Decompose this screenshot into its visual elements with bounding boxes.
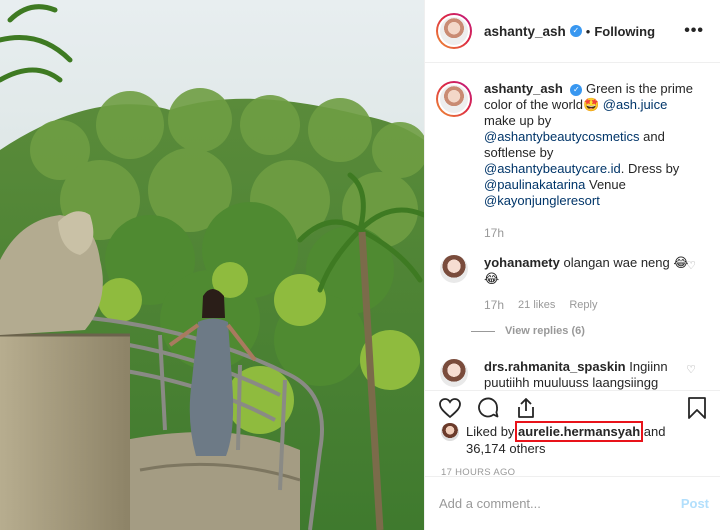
liked-by-text: Liked by aurelie.hermansyah and 36,174 o… — [466, 421, 696, 457]
comment-heart-icon[interactable]: ♡ — [686, 259, 696, 272]
verified-badge-icon: ✓ — [569, 25, 582, 37]
separator-dot: • — [585, 23, 591, 39]
comment-item: yohanamety olangan wae neng 😂😂 17h 21 li… — [436, 255, 704, 313]
caption-text: . Dress by — [620, 161, 680, 176]
add-comment-bar: Post — [425, 476, 720, 530]
comment-username[interactable]: yohanamety — [484, 255, 560, 270]
mention-link[interactable]: @ash.juice — [603, 97, 668, 112]
following-button[interactable]: Following — [594, 24, 655, 39]
comment-heart-icon[interactable]: ♡ — [686, 363, 696, 376]
comments-section[interactable]: ashanty_ash ✓ Green is the prime color o… — [425, 63, 720, 392]
avatar[interactable] — [438, 15, 470, 47]
caption-avatar[interactable] — [438, 83, 470, 115]
more-options-icon[interactable]: ••• — [684, 22, 704, 40]
comment-input[interactable] — [439, 496, 681, 511]
caption-time[interactable]: 17h — [484, 225, 694, 241]
caption-verified-badge-icon: ✓ — [570, 84, 583, 96]
comment-time[interactable]: 17h — [484, 297, 504, 313]
liked-by-prefix: Liked by — [466, 424, 519, 439]
comment-icon[interactable] — [476, 396, 500, 420]
post-actions: Liked by aurelie.hermansyah and 36,174 o… — [425, 390, 720, 530]
action-icons — [425, 393, 720, 423]
post-comment-button[interactable]: Post — [681, 496, 709, 511]
header-username[interactable]: ashanty_ash — [484, 24, 566, 39]
caption-text: make up by — [484, 113, 552, 128]
comment-meta: 17h 21 likes Reply — [484, 297, 689, 313]
comment-avatar[interactable] — [440, 359, 468, 387]
mention-link[interactable]: @kayonjungleresort — [484, 193, 600, 208]
comment-likes[interactable]: 21 likes — [518, 297, 555, 313]
comment-username[interactable]: drs.rahmanita_spaskin — [484, 359, 626, 374]
caption-text: Venue — [585, 177, 626, 192]
caption: ashanty_ash ✓ Green is the prime color o… — [436, 81, 704, 241]
comment-item: drs.rahmanita_spaskin Ingiinn puutiihh m… — [436, 359, 704, 392]
caption-username[interactable]: ashanty_ash — [484, 81, 563, 96]
liker-username[interactable]: aurelie.hermansyah — [515, 421, 644, 442]
mention-link[interactable]: @paulinakatarina — [484, 177, 585, 192]
comment-body: yohanamety olangan wae neng 😂😂 17h 21 li… — [484, 255, 689, 313]
share-icon[interactable] — [514, 396, 538, 420]
mention-link[interactable]: @ashantybeautycosmetics — [484, 129, 640, 144]
story-ring[interactable] — [436, 13, 472, 49]
caption-body: ashanty_ash ✓ Green is the prime color o… — [484, 81, 694, 241]
liker-avatar[interactable] — [441, 423, 459, 441]
heart-icon[interactable] — [438, 396, 462, 420]
post-side-panel: ashanty_ash ✓ • Following ••• ashanty_as… — [424, 0, 720, 530]
post-header: ashanty_ash ✓ • Following ••• — [425, 0, 720, 63]
reply-button[interactable]: Reply — [569, 297, 597, 313]
caption-story-ring[interactable] — [436, 81, 472, 117]
jungle-photo-illustration — [0, 0, 424, 530]
post-photo[interactable] — [0, 0, 424, 530]
comment-avatar[interactable] — [440, 255, 468, 283]
bookmark-icon[interactable] — [686, 396, 708, 420]
comment-body: drs.rahmanita_spaskin Ingiinn puutiihh m… — [484, 359, 689, 392]
instagram-post: ashanty_ash ✓ • Following ••• ashanty_as… — [0, 0, 720, 530]
mention-link[interactable]: @ashantybeautycare.id — [484, 161, 621, 176]
view-replies-button[interactable]: View replies (6) — [471, 325, 704, 337]
liked-by: Liked by aurelie.hermansyah and 36,174 o… — [425, 421, 720, 457]
